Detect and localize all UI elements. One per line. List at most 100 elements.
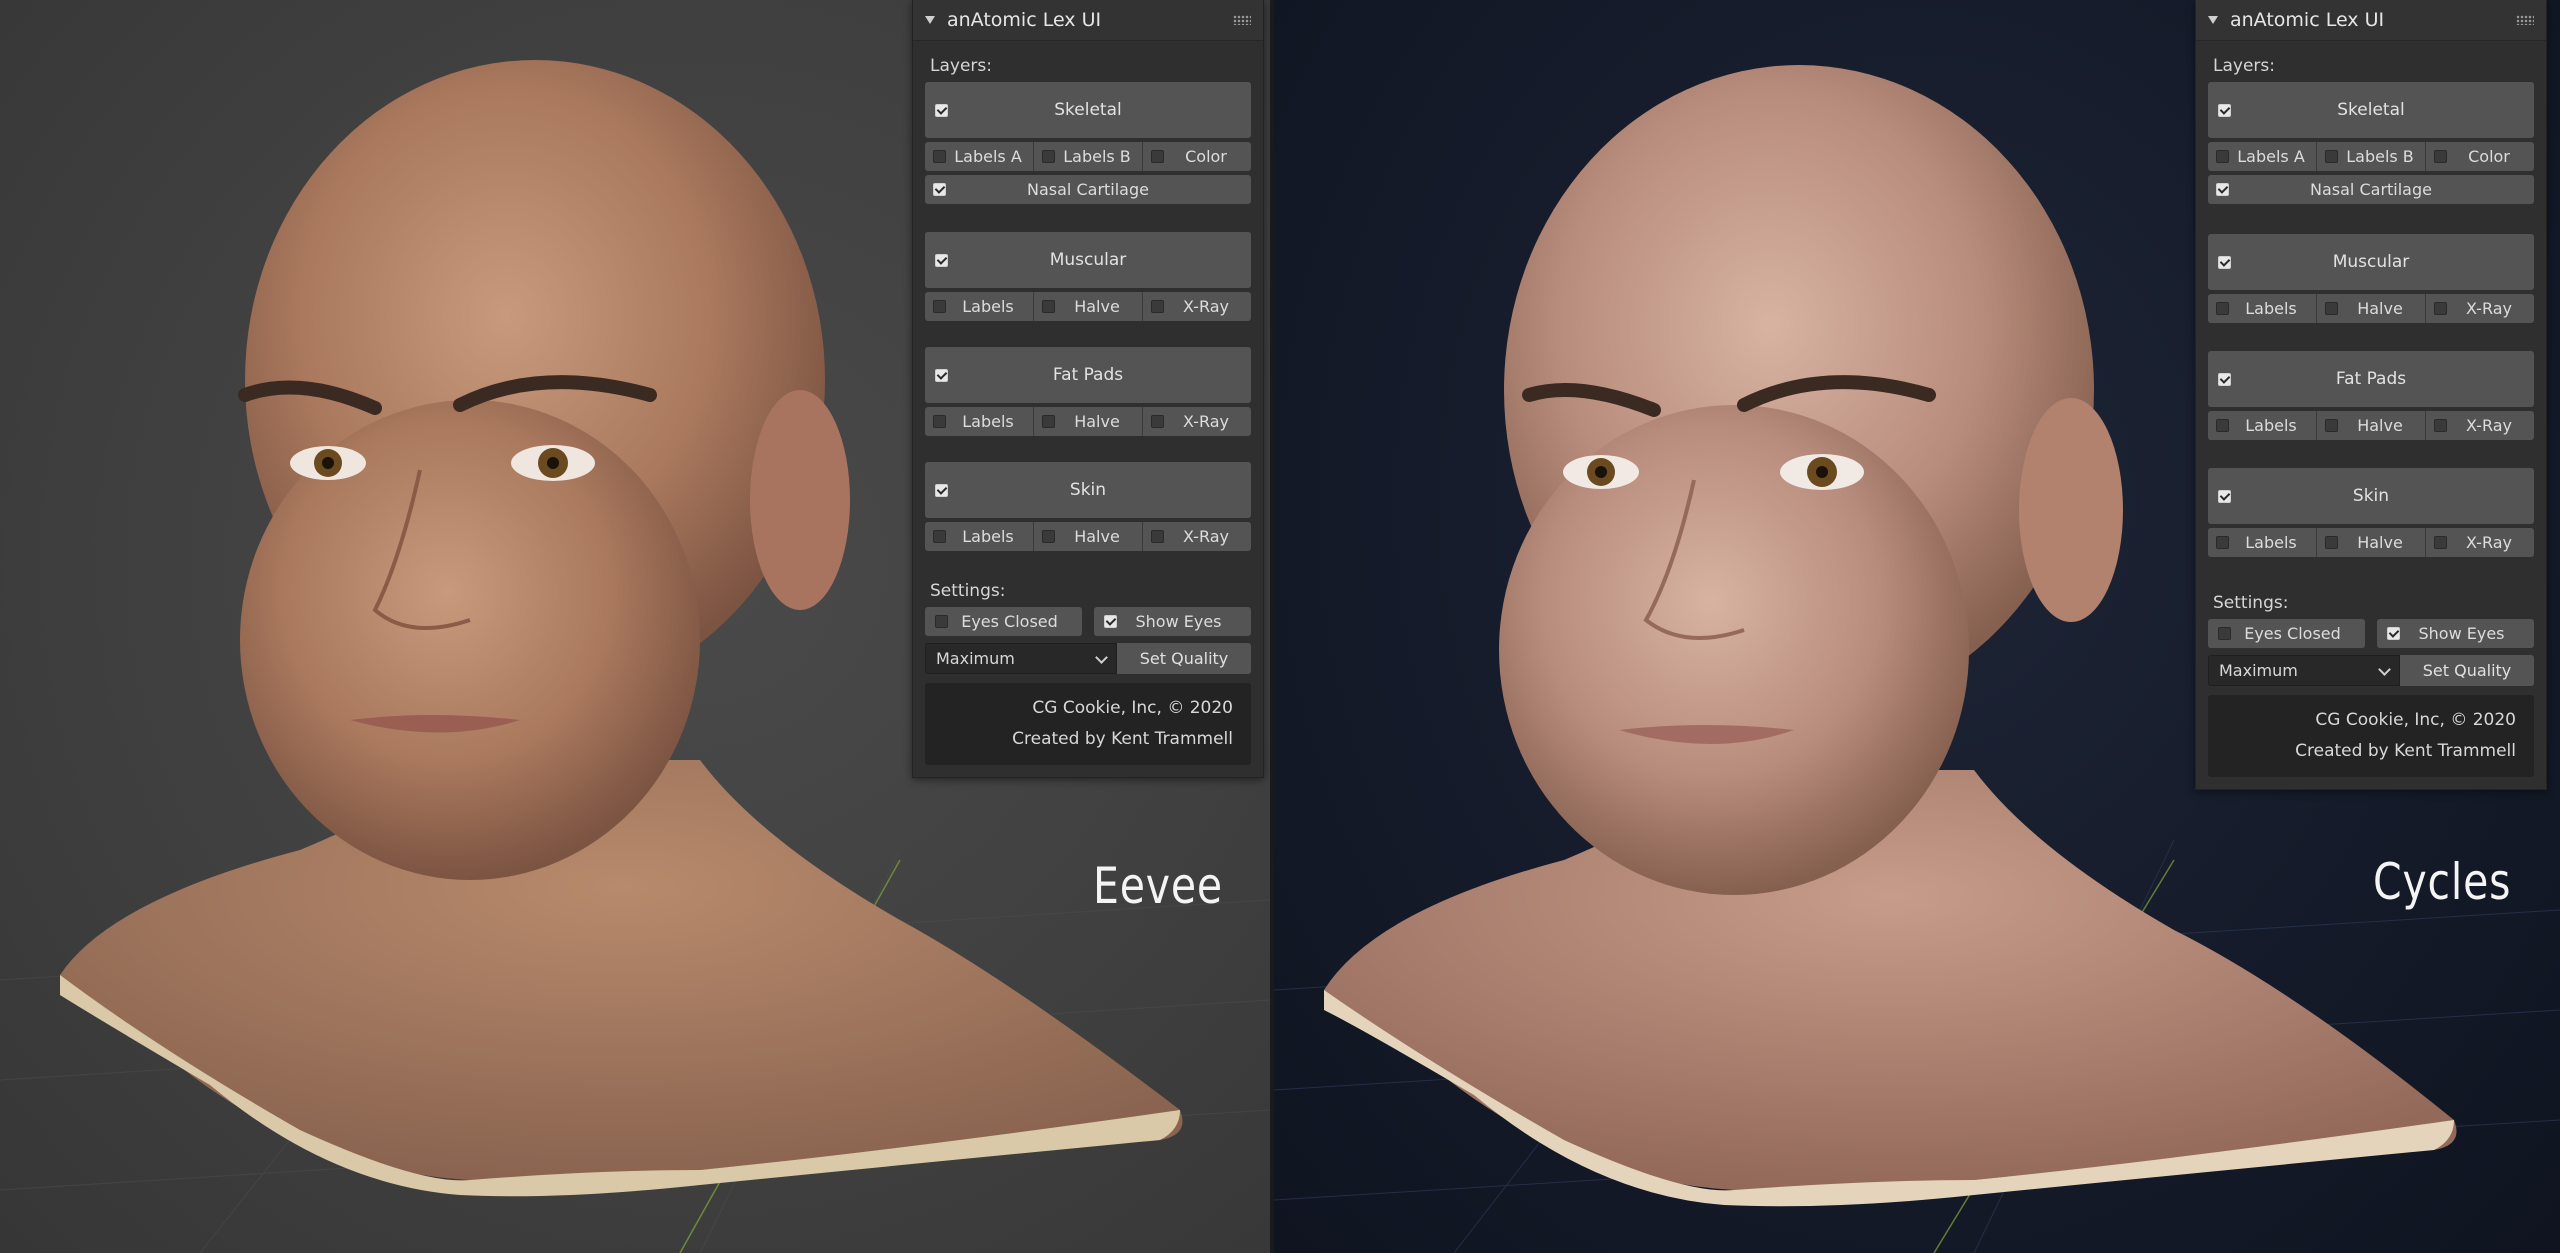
checkbox-icon[interactable] xyxy=(1151,530,1164,543)
eyes-closed-toggle[interactable]: Eyes Closed xyxy=(2208,619,2365,648)
option-xray[interactable]: X-Ray xyxy=(1143,522,1251,551)
option-labels[interactable]: Labels xyxy=(925,522,1034,551)
layer-toggle-fat-pads[interactable]: Fat Pads xyxy=(2208,351,2534,407)
option-label: Color xyxy=(2468,147,2510,166)
checkbox-icon[interactable] xyxy=(2325,150,2338,163)
checkbox-icon[interactable] xyxy=(1151,150,1164,163)
checkbox-checked-icon[interactable] xyxy=(935,369,948,382)
option-color[interactable]: Color xyxy=(2426,142,2534,171)
layer-toggle-skin[interactable]: Skin xyxy=(2208,468,2534,524)
checkbox-icon[interactable] xyxy=(2216,302,2229,315)
option-label: Nasal Cartilage xyxy=(1027,180,1149,199)
layer-toggle-skeletal[interactable]: Skeletal xyxy=(2208,82,2534,138)
checkbox-checked-icon[interactable] xyxy=(935,484,948,497)
checkbox-icon[interactable] xyxy=(2434,419,2447,432)
option-labels-a[interactable]: Labels A xyxy=(925,142,1034,171)
render-engine-label: Cycles xyxy=(2373,853,2512,911)
option-labels[interactable]: Labels xyxy=(2208,294,2317,323)
checkbox-checked-icon[interactable] xyxy=(935,254,948,267)
option-halve[interactable]: Halve xyxy=(1034,292,1143,321)
layer-skin: Skin Labels Halve X-Ray xyxy=(2208,468,2534,557)
checkbox-icon[interactable] xyxy=(1151,415,1164,428)
layer-toggle-muscular[interactable]: Muscular xyxy=(2208,234,2534,290)
option-xray[interactable]: X-Ray xyxy=(2426,411,2534,440)
option-halve[interactable]: Halve xyxy=(1034,407,1143,436)
checkbox-icon[interactable] xyxy=(933,530,946,543)
drag-grip-icon[interactable] xyxy=(1233,15,1251,25)
checkbox-icon[interactable] xyxy=(933,415,946,428)
option-labels-b[interactable]: Labels B xyxy=(1034,142,1143,171)
checkbox-icon[interactable] xyxy=(1042,150,1055,163)
layer-toggle-muscular[interactable]: Muscular xyxy=(925,232,1251,288)
show-eyes-toggle[interactable]: Show Eyes xyxy=(2377,619,2534,648)
option-labels[interactable]: Labels xyxy=(925,407,1034,436)
option-labels[interactable]: Labels xyxy=(925,292,1034,321)
viewport-eevee[interactable]: anAtomic Lex UI Layers: Skeletal Labels … xyxy=(0,0,1270,1253)
option-nasal-cartilage[interactable]: Nasal Cartilage xyxy=(2208,175,2534,204)
checkbox-checked-icon[interactable] xyxy=(2387,627,2400,640)
option-xray[interactable]: X-Ray xyxy=(1143,292,1251,321)
checkbox-icon[interactable] xyxy=(2325,419,2338,432)
option-halve[interactable]: Halve xyxy=(1034,522,1143,551)
option-xray[interactable]: X-Ray xyxy=(2426,528,2534,557)
checkbox-icon[interactable] xyxy=(2218,627,2231,640)
checkbox-icon[interactable] xyxy=(1042,415,1055,428)
checkbox-checked-icon[interactable] xyxy=(1104,615,1117,628)
checkbox-icon[interactable] xyxy=(2434,302,2447,315)
checkbox-icon[interactable] xyxy=(933,300,946,313)
option-label: Labels A xyxy=(954,147,1022,166)
option-label: Halve xyxy=(1074,412,1120,431)
viewport-cycles[interactable]: anAtomic Lex UI Layers: Skeletal Labels … xyxy=(1274,0,2560,1253)
checkbox-checked-icon[interactable] xyxy=(933,183,946,196)
option-label: Halve xyxy=(1074,527,1120,546)
checkbox-icon[interactable] xyxy=(1042,530,1055,543)
layer-label: Skin xyxy=(2352,486,2390,506)
checkbox-icon[interactable] xyxy=(1151,300,1164,313)
quality-dropdown[interactable]: Maximum xyxy=(2208,655,2400,686)
layer-toggle-skeletal[interactable]: Skeletal xyxy=(925,82,1251,138)
checkbox-checked-icon[interactable] xyxy=(2218,256,2231,269)
chevron-down-icon xyxy=(1095,651,1108,664)
show-eyes-toggle[interactable]: Show Eyes xyxy=(1094,607,1251,636)
option-label: X-Ray xyxy=(2466,416,2512,435)
option-color[interactable]: Color xyxy=(1143,142,1251,171)
checkbox-checked-icon[interactable] xyxy=(2218,104,2231,117)
option-xray[interactable]: X-Ray xyxy=(2426,294,2534,323)
checkbox-icon[interactable] xyxy=(2216,419,2229,432)
checkbox-checked-icon[interactable] xyxy=(2218,373,2231,386)
set-quality-button[interactable]: Set Quality xyxy=(2400,655,2534,686)
panel-header[interactable]: anAtomic Lex UI xyxy=(913,0,1263,41)
layer-fat-pads: Fat Pads Labels Halve X-Ray xyxy=(2208,351,2534,440)
option-xray[interactable]: X-Ray xyxy=(1143,407,1251,436)
collapse-triangle-icon[interactable] xyxy=(2208,16,2218,24)
option-labels-a[interactable]: Labels A xyxy=(2208,142,2317,171)
checkbox-checked-icon[interactable] xyxy=(2216,183,2229,196)
checkbox-icon[interactable] xyxy=(935,615,948,628)
option-halve[interactable]: Halve xyxy=(2317,294,2426,323)
option-labels[interactable]: Labels xyxy=(2208,528,2317,557)
collapse-triangle-icon[interactable] xyxy=(925,16,935,24)
option-labels[interactable]: Labels xyxy=(2208,411,2317,440)
panel-header[interactable]: anAtomic Lex UI xyxy=(2196,0,2546,41)
checkbox-icon[interactable] xyxy=(1042,300,1055,313)
option-halve[interactable]: Halve xyxy=(2317,411,2426,440)
checkbox-icon[interactable] xyxy=(2325,302,2338,315)
checkbox-icon[interactable] xyxy=(2216,536,2229,549)
drag-grip-icon[interactable] xyxy=(2516,15,2534,25)
option-halve[interactable]: Halve xyxy=(2317,528,2426,557)
checkbox-icon[interactable] xyxy=(2216,150,2229,163)
checkbox-checked-icon[interactable] xyxy=(935,104,948,117)
checkbox-icon[interactable] xyxy=(2434,150,2447,163)
checkbox-checked-icon[interactable] xyxy=(2218,490,2231,503)
layer-toggle-skin[interactable]: Skin xyxy=(925,462,1251,518)
quality-dropdown[interactable]: Maximum xyxy=(925,643,1117,674)
checkbox-icon[interactable] xyxy=(2434,536,2447,549)
checkbox-icon[interactable] xyxy=(2325,536,2338,549)
option-nasal-cartilage[interactable]: Nasal Cartilage xyxy=(925,175,1251,204)
option-labels-b[interactable]: Labels B xyxy=(2317,142,2426,171)
eyes-closed-toggle[interactable]: Eyes Closed xyxy=(925,607,1082,636)
option-label: Labels xyxy=(2245,416,2297,435)
layer-toggle-fat-pads[interactable]: Fat Pads xyxy=(925,347,1251,403)
checkbox-icon[interactable] xyxy=(933,150,946,163)
set-quality-button[interactable]: Set Quality xyxy=(1117,643,1251,674)
